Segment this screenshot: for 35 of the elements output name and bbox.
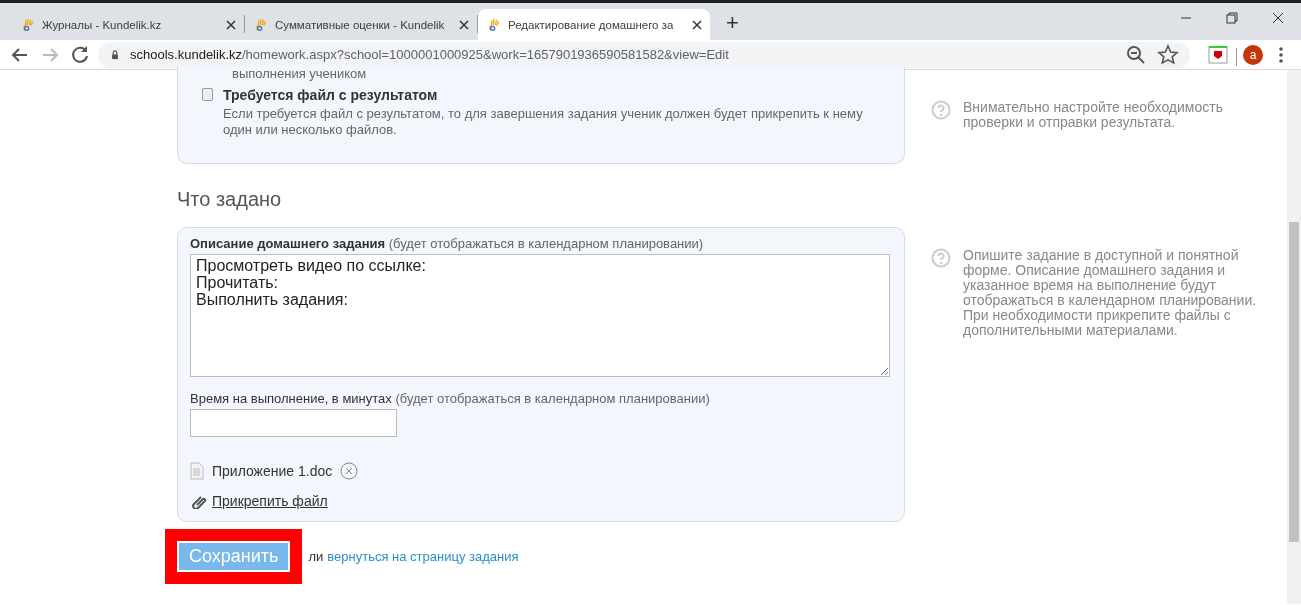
help-text: Опишите задание в доступной и понятной форме. Описание домашнего задания и указанное время на выполнение будут отображаться в календарном планировании. При необходимости прикрепите файлы с дополнительными материалами. bbox=[963, 248, 1258, 338]
browser-tab[interactable]: Редактирование домашнего за bbox=[478, 9, 710, 40]
description-field[interactable]: Просмотреть видео по ссылке: Прочитать: Выполнить задания: bbox=[190, 254, 890, 377]
tab-title: Журналы - Kundelik.kz bbox=[42, 18, 163, 31]
or-text: ли bbox=[308, 549, 324, 564]
browser-tab[interactable]: Журналы - Kundelik.kz bbox=[12, 9, 244, 40]
option-description: Если требуется файл с результатом, то для завершения задания ученик должен будет прикрепить к нему один или несколько файлов. bbox=[223, 106, 864, 138]
close-icon[interactable] bbox=[226, 19, 236, 30]
close-icon[interactable] bbox=[459, 19, 469, 30]
field-label: Время на выполнение, в минутах (будет отображаться в календарном планировании) bbox=[190, 391, 711, 406]
back-to-task-link[interactable]: вернуться на страницу задания bbox=[327, 549, 519, 564]
remove-icon[interactable] bbox=[340, 462, 359, 480]
new-tab-button[interactable]: + bbox=[720, 10, 745, 36]
url-text: schools.kundelik.kz/homework.aspx?school=1000001000925&work=1657901936590581582&view=Edit bbox=[130, 47, 729, 62]
section-heading: Что задано bbox=[177, 188, 283, 211]
paperclip-icon bbox=[190, 493, 206, 509]
attachment-name: Приложение 1.doc bbox=[212, 463, 333, 479]
attach-file-link[interactable]: Прикрепить файл bbox=[212, 493, 328, 509]
browser-tab[interactable]: Суммативные оценки - Kundelik bbox=[245, 9, 477, 40]
help-icon bbox=[931, 248, 951, 268]
minutes-field[interactable] bbox=[190, 409, 397, 437]
profile-avatar[interactable]: a bbox=[1243, 44, 1263, 65]
star-icon[interactable] bbox=[1156, 42, 1180, 67]
address-bar[interactable]: schools.kundelik.kz/homework.aspx?school=1000001000925&work=1657901936590581582&view=Edit bbox=[98, 41, 1190, 68]
checkbox[interactable] bbox=[202, 88, 213, 101]
tab-title: Суммативные оценки - Kundelik bbox=[275, 18, 446, 31]
help-icon bbox=[931, 100, 951, 120]
scrollbar[interactable] bbox=[1287, 70, 1301, 604]
checkbox-label: Требуется файл с результатом bbox=[223, 87, 439, 103]
tab-title: Редактирование домашнего за bbox=[508, 18, 675, 31]
document-icon bbox=[190, 462, 204, 480]
field-label: Описание домашнего задания (будет отображаться в календарном планировании) bbox=[190, 236, 705, 251]
close-icon[interactable] bbox=[692, 19, 702, 30]
option-description: выполнения учеником bbox=[232, 66, 368, 81]
help-text: Внимательно настройте необходимость проверки и отправки результата. bbox=[963, 100, 1224, 130]
